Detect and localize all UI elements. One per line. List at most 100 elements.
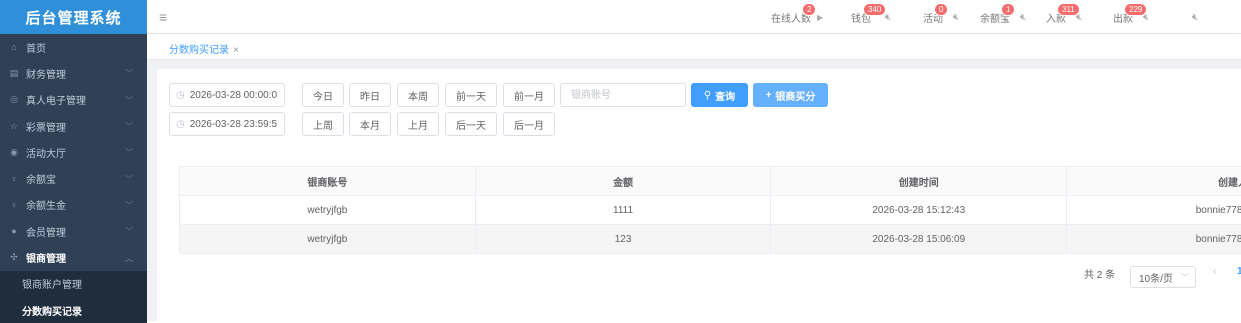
last-month-button[interactable]: 上月 — [397, 112, 439, 136]
user-icon: ♀ — [8, 174, 20, 184]
sidebar: 后台管理系统 ⌂首页 ▤财务管理﹀ ◎真人电子管理﹀ ☆彩票管理﹀ ◉活动大厅﹀… — [0, 0, 147, 321]
stat-online[interactable]: 在线人数 2 ▶ — [771, 0, 823, 34]
main-content: ◷ 2026-03-28 00:00:0 今日 昨日 本周 前一天 前一月 ⚲查询… — [147, 60, 1241, 321]
chevron-up-icon: ︿ — [125, 253, 133, 264]
sidebar-item-label: 会员管理 — [26, 224, 66, 239]
count-badge: 1 — [1001, 3, 1015, 16]
col-merchant-account[interactable]: 银商账号 — [180, 167, 476, 196]
count-badge: 0 — [934, 3, 948, 16]
yesterday-button[interactable]: 昨日 — [349, 83, 391, 107]
last-week-button[interactable]: 上周 — [302, 112, 344, 136]
sidebar-item-label: 银商账户管理 — [22, 276, 82, 291]
page-size-select[interactable]: 10条/页 ﹀ — [1130, 266, 1196, 288]
sidebar-item-members[interactable]: ●会员管理﹀ — [0, 218, 147, 244]
sidebar-item-lottery[interactable]: ☆ 彩票管理 ﹀ — [0, 113, 147, 139]
merchant-buy-button[interactable]: +银商买分 — [753, 83, 828, 107]
stat-activity[interactable]: 活动 0 🔇︎ — [923, 0, 959, 34]
table-row[interactable]: wetryjfgb 123 2026-03-28 15:06:09 bonnie… — [180, 225, 1241, 254]
sidebar-item-activity[interactable]: ◉活动大厅﹀ — [0, 139, 147, 165]
sidebar-item-label: 彩票管理 — [26, 119, 66, 134]
table-header-row: 银商账号 金额 创建时间 创建人 — [180, 167, 1241, 196]
sidebar-item-merchant[interactable]: ✣ 银商管理 ︿ — [0, 244, 147, 270]
merchant-account-input[interactable] — [560, 83, 686, 107]
top-navbar: ≡ 在线人数 2 ▶ 钱包 340 🔇︎ 活动 0 🔇︎ 余额宝 1 🔇︎ 入款… — [147, 0, 1241, 34]
records-table: 银商账号 金额 创建时间 创建人 wetryjfgb 1111 2026-03-… — [179, 166, 1241, 254]
end-date-picker[interactable]: ◷2026-03-28 23:59:5 — [169, 112, 285, 136]
sidebar-item-finance[interactable]: ▤财务管理﹀ — [0, 60, 147, 86]
this-month-button[interactable]: 本月 — [349, 112, 391, 136]
buy-label: 银商买分 — [775, 88, 815, 103]
count-badge: 311 — [1057, 3, 1080, 16]
plus-icon: + — [766, 90, 772, 101]
col-creator[interactable]: 创建人 — [1067, 167, 1241, 196]
tab-score-purchase[interactable]: 分数购买记录 × — [169, 41, 239, 56]
sidebar-item-live[interactable]: ◎ 真人电子管理 ﹀ — [0, 87, 147, 113]
start-date-picker[interactable]: ◷ 2026-03-28 00:00:0 — [169, 83, 285, 107]
query-button[interactable]: ⚲查询 — [691, 83, 748, 107]
search-icon: ⚲ — [704, 90, 711, 101]
count-badge: 229 — [1124, 3, 1147, 16]
next-month-button[interactable]: 后一月 — [503, 112, 555, 136]
content-panel: ◷ 2026-03-28 00:00:0 今日 昨日 本周 前一天 前一月 ⚲查询… — [157, 69, 1241, 321]
sidebar-item-label: 首页 — [26, 40, 46, 55]
speaker-muted-icon[interactable]: 🔇︎ — [885, 12, 891, 23]
next-day-button[interactable]: 后一天 — [445, 112, 497, 136]
sidebar-item-label: 余额宝 — [26, 171, 56, 186]
this-week-button[interactable]: 本周 — [397, 83, 439, 107]
sidebar-item-home[interactable]: ⌂ 首页 — [0, 34, 147, 60]
sidebar-item-label: 银商管理 — [26, 250, 66, 265]
cell-account: wetryjfgb — [180, 225, 476, 254]
sidebar-subitem-score-purchase[interactable]: 分数购买记录 — [0, 297, 147, 323]
stat-extra[interactable]: 🔇︎ — [1188, 0, 1198, 34]
chevron-down-icon: ﹀ — [125, 200, 133, 211]
cell-account: wetryjfgb — [180, 196, 476, 225]
start-date-value: 2026-03-28 00:00:0 — [190, 90, 277, 101]
play-icon[interactable]: ▶ — [817, 13, 823, 22]
sidebar-item-label: 真人电子管理 — [26, 92, 86, 107]
col-created-time[interactable]: 创建时间 — [771, 167, 1067, 196]
chevron-down-icon: ﹀ — [125, 95, 133, 106]
sidebar-menu: ⌂首页 ▤财务管理﹀ ◎真人电子管理﹀ ☆彩票管理﹀ ◉活动大厅﹀ ♀余额宝﹀ … — [0, 34, 147, 323]
page-number-1[interactable]: 1 — [1237, 266, 1241, 277]
star-icon: ☆ — [8, 121, 20, 132]
speaker-muted-icon[interactable]: 🔇︎ — [953, 12, 959, 23]
cell-creator: bonnie7781 — [1067, 225, 1241, 254]
speaker-muted-icon[interactable]: 🔇︎ — [1192, 12, 1198, 23]
close-icon[interactable]: × — [233, 45, 239, 56]
prev-month-button[interactable]: 前一月 — [503, 83, 555, 107]
sidebar-item-balance-gold[interactable]: ♀ 余额生金 ﹀ — [0, 192, 147, 218]
pagination-total: 共 2 条 — [1084, 266, 1115, 281]
count-badge: 2 — [802, 3, 816, 16]
cell-amount: 1111 — [475, 196, 771, 225]
chevron-down-icon: ﹀ — [125, 121, 133, 132]
home-icon: ⌂ — [8, 42, 20, 52]
speaker-muted-icon[interactable]: 🔇︎ — [1020, 12, 1026, 23]
table-row[interactable]: wetryjfgb 1111 2026-03-28 15:12:43 bonni… — [180, 196, 1241, 225]
end-date-value: 2026-03-28 23:59:5 — [190, 119, 277, 130]
sidebar-subitem-merchant-accounts[interactable]: 银商账户管理 — [0, 271, 147, 297]
today-button[interactable]: 今日 — [302, 83, 344, 107]
tab-label: 分数购买记录 — [169, 45, 229, 56]
prev-page-button[interactable]: ‹ — [1213, 266, 1216, 277]
stat-withdraw[interactable]: 出款 229 🔇︎ — [1113, 0, 1149, 34]
cell-created-time: 2026-03-28 15:12:43 — [771, 196, 1067, 225]
sidebar-item-yuebao[interactable]: ♀ 余额宝 ﹀ — [0, 165, 147, 191]
sidebar-item-label: 分数购买记录 — [22, 303, 82, 318]
merchant-icon: ✣ — [8, 252, 20, 263]
cell-creator: bonnie7781 — [1067, 196, 1241, 225]
clock-icon: ◷ — [176, 90, 185, 101]
user-icon: ♀ — [8, 200, 20, 210]
hamburger-icon[interactable]: ≡ — [159, 9, 167, 25]
chevron-down-icon: ﹀ — [125, 174, 133, 185]
stat-wallet[interactable]: 钱包 340 🔇︎ — [851, 0, 891, 34]
tabs-bar: 分数购买记录 × — [147, 34, 1241, 60]
stat-deposit[interactable]: 入款 311 🔇︎ — [1046, 0, 1082, 34]
chevron-down-icon: ﹀ — [125, 147, 133, 158]
chevron-down-icon: ﹀ — [125, 68, 133, 79]
sidebar-item-label: 财务管理 — [26, 66, 66, 81]
stat-yuebao[interactable]: 余额宝 1 🔇︎ — [980, 0, 1026, 34]
live-icon: ◎ — [8, 94, 20, 105]
col-amount[interactable]: 金额 — [475, 167, 771, 196]
sidebar-item-label: 余额生金 — [26, 197, 66, 212]
prev-day-button[interactable]: 前一天 — [445, 83, 497, 107]
